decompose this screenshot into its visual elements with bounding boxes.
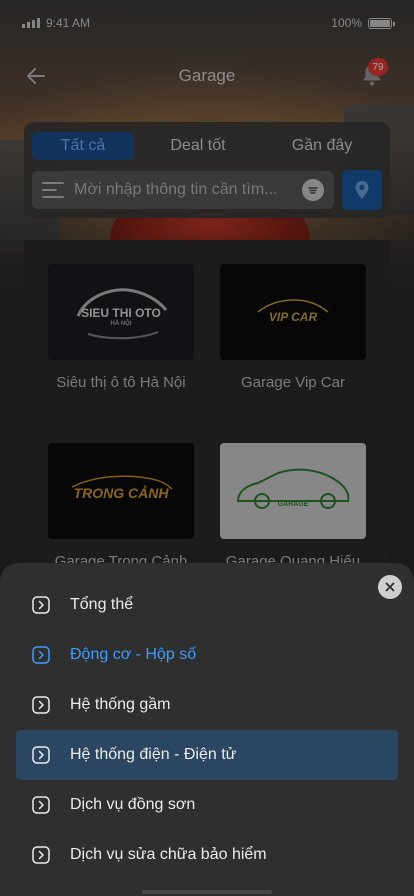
menu-item-overall[interactable]: Tổng thể: [16, 580, 398, 630]
home-indicator: [142, 890, 272, 894]
chevron-right-box-icon: [32, 846, 50, 864]
menu-item-label: Tổng thể: [70, 596, 134, 613]
service-bottom-sheet: Tổng thể Động cơ - Hộp số Hệ thống gầm H…: [0, 563, 414, 896]
chevron-right-box-icon: [32, 596, 50, 614]
menu-item-insurance-repair[interactable]: Dịch vụ sửa chữa bảo hiểm: [16, 830, 398, 880]
menu-item-bodywork-paint[interactable]: Dịch vụ đồng sơn: [16, 780, 398, 830]
menu-item-engine-gearbox[interactable]: Động cơ - Hộp số: [16, 630, 398, 680]
menu-item-label: Dịch vụ sửa chữa bảo hiểm: [70, 846, 267, 863]
menu-item-label: Hệ thống gầm: [70, 696, 171, 713]
chevron-right-box-icon: [32, 746, 50, 764]
menu-item-label: Dịch vụ đồng sơn: [70, 796, 196, 813]
service-menu-list: Tổng thể Động cơ - Hộp số Hệ thống gầm H…: [16, 580, 398, 880]
menu-item-electrical[interactable]: Hệ thống điện - Điện tử: [16, 730, 398, 780]
chevron-right-box-icon: [32, 696, 50, 714]
menu-item-chassis[interactable]: Hệ thống gầm: [16, 680, 398, 730]
chevron-right-box-icon: [32, 796, 50, 814]
menu-item-label: Hệ thống điện - Điện tử: [70, 746, 237, 763]
menu-item-label: Động cơ - Hộp số: [70, 646, 197, 663]
chevron-right-box-icon: [32, 646, 50, 664]
